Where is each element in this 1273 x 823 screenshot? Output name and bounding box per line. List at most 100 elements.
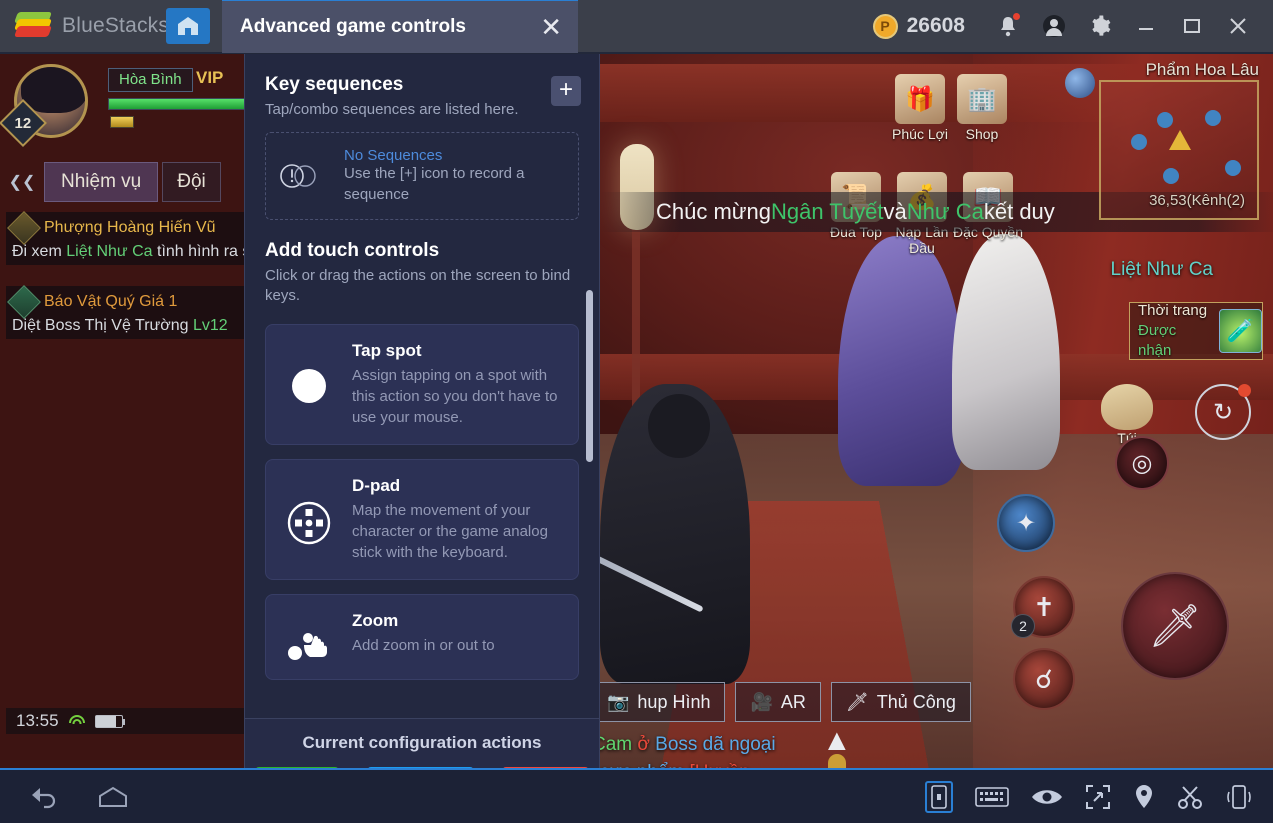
coin-icon: P (872, 13, 898, 39)
location-icon[interactable] (1133, 784, 1155, 810)
quest-desc-name: Lv12 (192, 317, 228, 334)
skill-count-badge: 2 (1011, 614, 1035, 638)
broadcast-name-1: Ngân Tuyết (771, 199, 884, 224)
tab-advanced-game-controls[interactable]: Advanced game controls ✕ (222, 0, 578, 53)
advanced-game-controls-panel: + Key sequences Tap/combo sequences are … (244, 54, 600, 823)
points-display[interactable]: P 26608 (872, 13, 965, 39)
panel-scroll-area[interactable]: + Key sequences Tap/combo sequences are … (245, 54, 599, 718)
swap-badge (1238, 384, 1251, 397)
no-sequences-title: No Sequences (344, 147, 443, 165)
video-icon: 🎥 (750, 691, 773, 712)
swap-button[interactable]: ↻ (1195, 384, 1251, 440)
vip-badge[interactable]: VIP (196, 68, 223, 88)
game-bottom-buttons: 📷 hup Hình 🎥 AR 🗡 Thủ Công (592, 682, 971, 722)
quest-desc-name: Liệt Như Ca (66, 243, 153, 260)
control-card-zoom[interactable]: Zoom Add zoom in or out to (265, 594, 579, 681)
close-icon[interactable]: ✕ (516, 14, 562, 40)
phone-lock-icon[interactable] (925, 780, 953, 813)
control-card-title: D-pad (352, 476, 401, 496)
zoom-icon (280, 611, 338, 663)
back-icon[interactable] (28, 784, 62, 810)
reward-line-2: Được nhận (1138, 321, 1177, 360)
skill-fly-button[interactable]: ✦ (997, 494, 1055, 552)
home-icon (178, 17, 198, 35)
quest-head: Báo Vật Quý Giá 1 (7, 285, 240, 319)
minimap-dot (1131, 134, 1147, 150)
quest-desc: Đi xem Liệt Như Ca tình hình ra s (12, 243, 250, 261)
bag-icon (1101, 384, 1153, 430)
maximize-icon[interactable] (1171, 5, 1213, 47)
account-icon[interactable] (1033, 5, 1075, 47)
reward-notice[interactable]: Thời trang Được nhận 🧪 (1129, 302, 1263, 360)
player-name-box: Hòa Bình (108, 68, 193, 92)
hud-icon-shop[interactable]: 🏢 Shop (946, 74, 1018, 142)
quest-desc-post: tình hình ra s (152, 243, 251, 260)
bottombar-tools (925, 780, 1273, 813)
chat-part: Boss dã ngoại (655, 734, 776, 755)
eye-icon[interactable] (1031, 786, 1063, 808)
gift-icon: 🎁 (895, 74, 945, 124)
quest-badge-icon (7, 285, 41, 319)
app-root: 🎁 Phúc Lợi 🏢 Shop 📜 Đua Top 💰 Nạp Lần Đầ… (0, 0, 1273, 823)
window-close-icon[interactable] (1217, 5, 1259, 47)
control-card-tap-spot[interactable]: Tap spot Assign tapping on a spot with t… (265, 324, 579, 446)
npc-purple-robe[interactable] (838, 236, 964, 486)
hud-label: Shop (965, 126, 999, 142)
home-icon[interactable] (96, 784, 130, 810)
mic-icon[interactable] (828, 754, 846, 768)
control-card-desc: Map the movement of your character or th… (352, 502, 548, 562)
skill-slash-button[interactable]: ☌ (1013, 648, 1075, 710)
control-card-desc: Assign tapping on a spot with this actio… (352, 367, 558, 427)
player-character-head (648, 394, 710, 458)
button-thu-cong[interactable]: 🗡 Thủ Công (830, 682, 971, 722)
quest-item[interactable]: Báo Vật Quý Giá 1 Diệt Boss Thị Vệ Trườn… (6, 285, 246, 339)
game-viewport[interactable]: 🎁 Phúc Lợi 🏢 Shop 📜 Đua Top 💰 Nạp Lần Đầ… (0, 54, 1273, 768)
shake-icon[interactable] (1225, 784, 1253, 810)
potion-icon: 🧪 (1218, 309, 1262, 353)
titlebar-actions: P 26608 (872, 5, 1273, 47)
footer-title: Current configuration actions (302, 733, 542, 752)
control-card-text: D-pad Map the movement of your character… (352, 476, 564, 563)
gear-icon[interactable] (1079, 5, 1121, 47)
minimap-dot (1163, 168, 1179, 184)
bag-button[interactable]: Túi (1099, 384, 1155, 446)
minimize-icon[interactable] (1125, 5, 1167, 47)
tab-home[interactable] (166, 8, 210, 44)
tap-spot-icon (280, 341, 338, 407)
skill-sword-button[interactable]: ✝ 2 (1011, 576, 1075, 638)
no-sequence-text: No Sequences Use the [+] icon to record … (344, 147, 566, 205)
keyboard-icon[interactable] (975, 785, 1009, 809)
button-ar[interactable]: 🎥 AR (735, 682, 821, 722)
bell-icon[interactable] (987, 5, 1029, 47)
primary-attack-button[interactable]: 🗡 (1121, 572, 1229, 680)
bluestacks-brand[interactable]: BlueStacks (0, 12, 169, 40)
fullscreen-icon[interactable] (1085, 784, 1111, 810)
control-card-text: Zoom Add zoom in or out to (352, 611, 495, 656)
bluestacks-logo-icon (13, 12, 53, 40)
tab-doi[interactable]: Đội (162, 162, 221, 202)
button-chup-hinh[interactable]: 📷 hup Hình (592, 682, 726, 722)
control-card-title: Zoom (352, 611, 399, 631)
add-touch-controls-subtitle: Click or drag the actions on the screen … (265, 266, 571, 304)
level-value: 12 (14, 114, 32, 132)
bluestacks-bottombar (0, 768, 1273, 823)
minimap-dot (1205, 110, 1221, 126)
gbtn-label: Thủ Công (876, 691, 956, 712)
broadcast-name-2: Như Ca (906, 199, 984, 224)
quest-item[interactable]: Phượng Hoàng Hiến Vũ Đi xem Liệt Như Ca … (6, 211, 250, 265)
back-chevron-icon[interactable]: ❮❮ (0, 159, 44, 205)
control-card-dpad[interactable]: D-pad Map the movement of your character… (265, 459, 579, 581)
target-lock-button[interactable]: ◎ (1115, 436, 1169, 490)
tab-nhiem-vu[interactable]: Nhiệm vụ (44, 162, 159, 202)
panel-scrollbar-thumb[interactable] (586, 290, 593, 462)
player-summary[interactable]: 12 Hòa Bình VIP (0, 54, 268, 148)
control-card-text: Tap spot Assign tapping on a spot with t… (352, 341, 564, 428)
chat-expand-icon[interactable]: ▲ (822, 724, 852, 758)
tab-title: Advanced game controls (240, 16, 466, 37)
add-sequence-button[interactable]: + (551, 76, 581, 106)
control-card-title: Tap spot (352, 341, 422, 361)
chat-line: Cam ở Boss dã ngoại (592, 734, 776, 756)
quest-desc-pre: Diệt Boss Thị Vệ Trường (12, 317, 193, 334)
scissors-icon[interactable] (1177, 784, 1203, 810)
quest-badge-icon (7, 211, 41, 245)
